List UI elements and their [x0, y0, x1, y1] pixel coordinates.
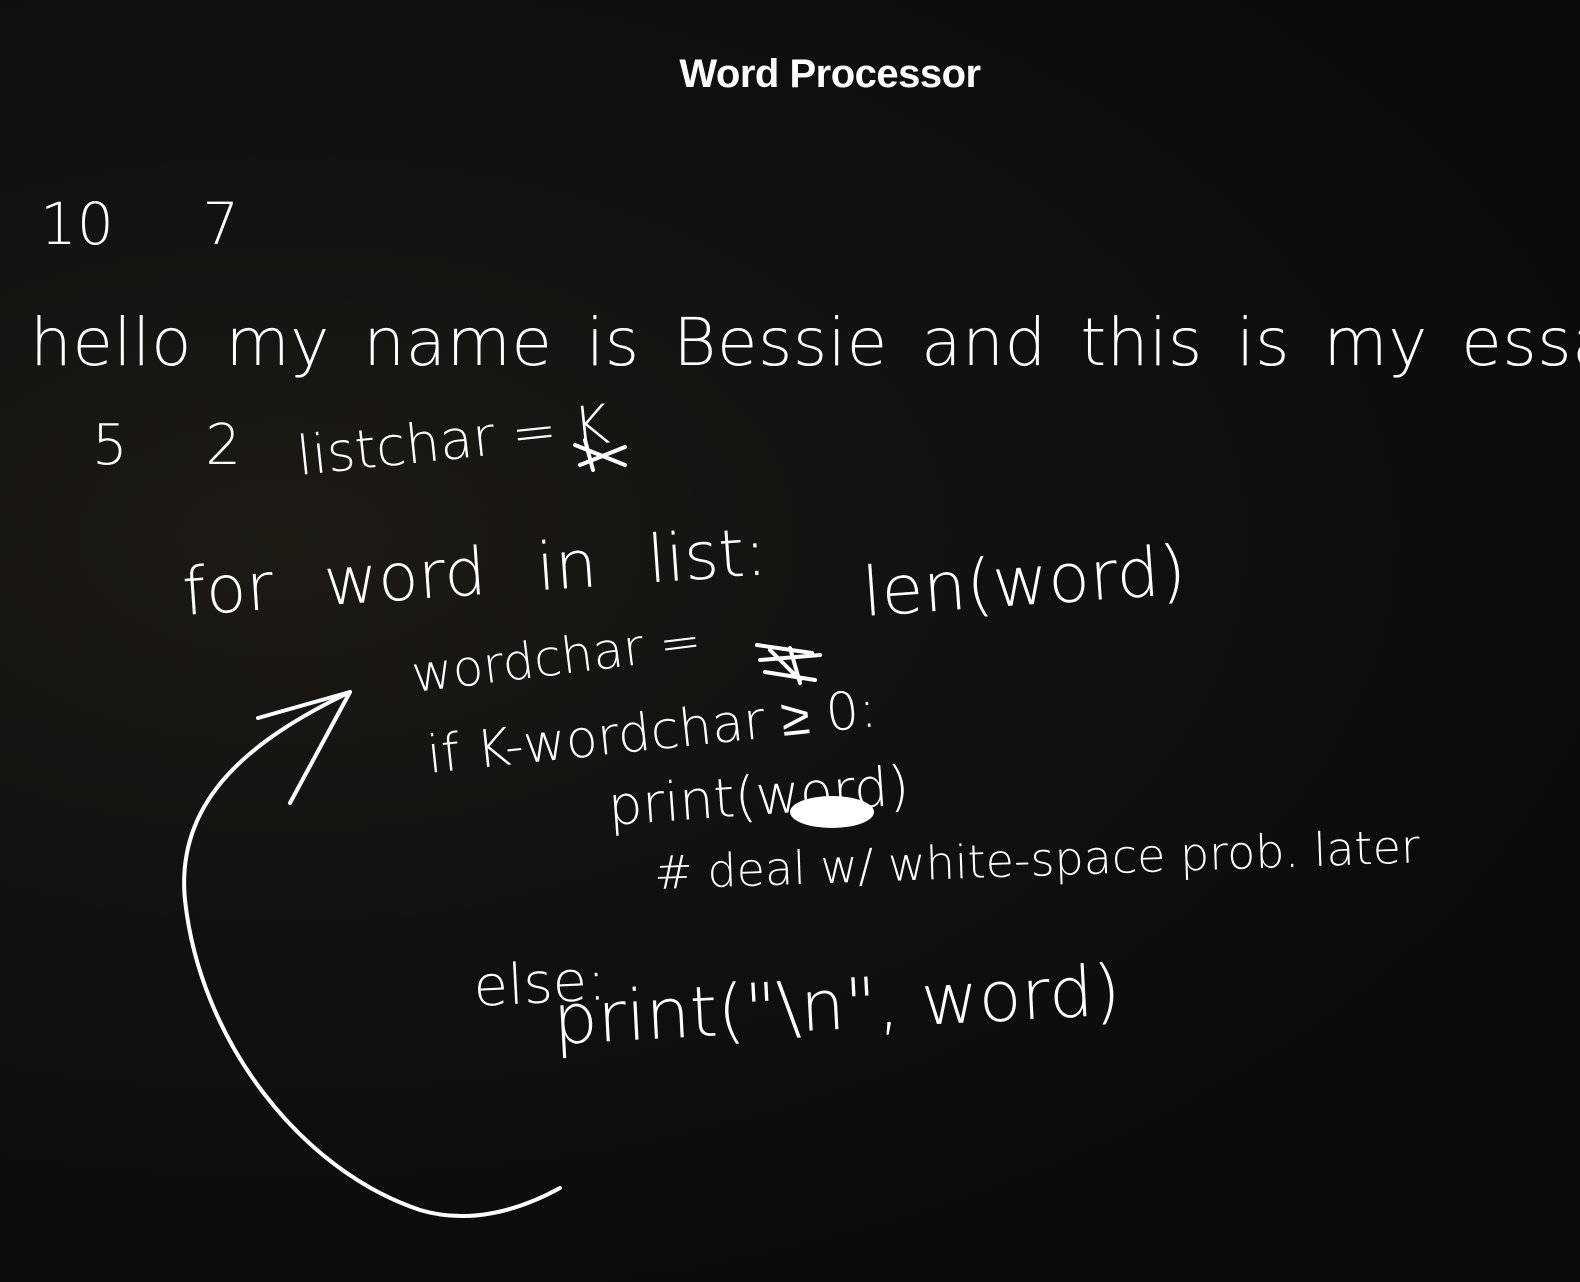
input-counts-line: 10 7 — [40, 190, 240, 258]
wordchar-assignment-line: wordchar = — [408, 610, 705, 704]
loop-arrow-head — [256, 690, 352, 805]
comment-line: # deal w/ white-space prob. later — [653, 819, 1421, 900]
for-loop-line: for word in list: — [179, 513, 770, 631]
drawing-canvas[interactable]: 10 7 hello my name is Bessie and this is… — [0, 0, 1580, 1282]
sample-counts-line: 5 2 — [92, 413, 242, 478]
print-newline-line: print("\n", word) — [551, 949, 1123, 1061]
len-word-expression: len(word) — [859, 531, 1189, 633]
essay-line: hello my name is Bessie and this is my e… — [30, 304, 1580, 381]
print-word-line: print(word) — [605, 754, 912, 838]
listchar-line: listchar = K — [293, 392, 613, 488]
